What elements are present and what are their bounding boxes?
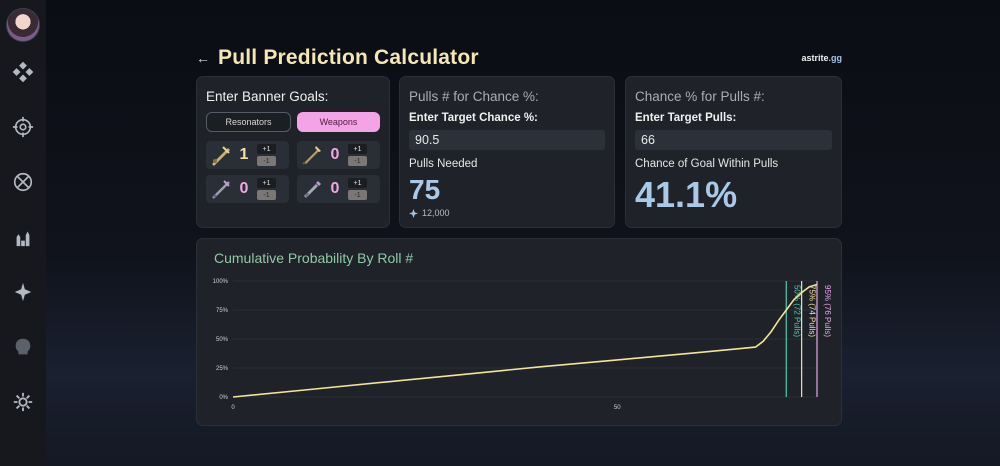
- skull-icon[interactable]: [11, 335, 35, 359]
- y-tick-label: 0%: [219, 395, 228, 401]
- increment-button[interactable]: +1: [348, 178, 367, 188]
- sidebar: [0, 0, 46, 466]
- astrite-cost-value: 12,000: [422, 208, 450, 218]
- sparkle-icon[interactable]: [11, 280, 35, 304]
- target-chance-input[interactable]: [409, 130, 605, 150]
- goal-count: 0: [330, 146, 340, 163]
- gold-sword-icon: [302, 146, 321, 165]
- chart-title: Cumulative Probability By Roll #: [214, 250, 414, 266]
- cumulative-probability-chart: Cumulative Probability By Roll # 0% 25% 50…: [196, 238, 842, 426]
- avatar[interactable]: [6, 8, 40, 42]
- probability-series-line: [232, 283, 818, 398]
- percentile-marker-label: 75% (74 Pulls): [808, 285, 817, 337]
- target-pulls-label: Enter Target Pulls:: [635, 112, 737, 124]
- increment-button[interactable]: +1: [348, 144, 367, 154]
- page-title: Pull Prediction Calculator: [218, 46, 479, 69]
- gear-icon[interactable]: [11, 390, 35, 414]
- quantity-stepper: +1 -1: [348, 178, 367, 200]
- gold-weapon-icon: [212, 146, 230, 166]
- pulls-needed-value: 75: [409, 174, 441, 205]
- back-arrow-icon[interactable]: ←: [196, 50, 210, 66]
- figures-icon[interactable]: [11, 225, 35, 249]
- banner-goals-heading: Enter Banner Goals:: [206, 89, 329, 104]
- brand-logo[interactable]: astrite.gg: [801, 53, 842, 63]
- goal-item: 1 +1 -1: [206, 141, 289, 169]
- x-tick-label: 0: [231, 405, 235, 411]
- decrement-button[interactable]: -1: [348, 156, 367, 166]
- x-tick-label: 50: [614, 405, 621, 411]
- goal-item: 0 +1 -1: [206, 175, 289, 203]
- increment-button[interactable]: +1: [257, 144, 276, 154]
- increment-button[interactable]: +1: [257, 178, 276, 188]
- goal-count: 0: [239, 180, 249, 197]
- chance-within-pulls-label: Chance of Goal Within Pulls: [635, 158, 779, 170]
- astrite-cost: 12,000: [409, 208, 605, 218]
- quantity-stepper: +1 -1: [257, 144, 276, 166]
- purple-gun-icon: [303, 181, 321, 199]
- percentile-marker-label: 95% (76 Pulls): [823, 285, 832, 337]
- y-tick-label: 25%: [216, 366, 229, 372]
- chance-for-pulls-card: Chance % for Pulls #: Enter Target Pulls…: [625, 76, 842, 228]
- probability-chart-svg: 0% 25% 50% 75% 100% 0 50 50% (72 Pulls) 75% (74 …: [213, 279, 832, 411]
- goal-count: 0: [330, 180, 340, 197]
- pulls-needed-label: Pulls Needed: [409, 158, 478, 170]
- goal-item: 0 +1 -1: [297, 141, 380, 169]
- banner-goals-card: Enter Banner Goals: Resonators Weapons 1…: [196, 76, 390, 228]
- target-pulls-input[interactable]: [635, 130, 832, 150]
- crossed-circle-icon[interactable]: [11, 170, 35, 194]
- chance-within-pulls-value: 41.1%: [635, 174, 738, 215]
- page-header: ← Pull Prediction Calculator astrite.gg: [196, 44, 842, 72]
- brand-name: astrite: [801, 53, 829, 63]
- diamond-grid-icon[interactable]: [11, 60, 35, 84]
- y-tick-label: 100%: [213, 279, 229, 285]
- chance-for-pulls-heading: Chance % for Pulls #:: [635, 89, 765, 104]
- quantity-stepper: +1 -1: [348, 144, 367, 166]
- decrement-button[interactable]: -1: [257, 156, 276, 166]
- compass-icon[interactable]: [11, 115, 35, 139]
- y-tick-label: 75%: [216, 308, 229, 314]
- pulls-for-chance-heading: Pulls # for Chance %:: [409, 89, 539, 104]
- pulls-for-chance-card: Pulls # for Chance %: Enter Target Chanc…: [399, 76, 615, 228]
- purple-weapon-icon: [212, 180, 230, 199]
- target-chance-label: Enter Target Chance %:: [409, 112, 538, 124]
- y-tick-label: 50%: [216, 337, 229, 343]
- goal-count: 1: [239, 146, 249, 163]
- percentile-marker-label: 50% (72 Pulls): [792, 285, 801, 337]
- quantity-stepper: +1 -1: [257, 178, 276, 200]
- goal-item: 0 +1 -1: [297, 175, 380, 203]
- banner-type-toggle: Resonators Weapons: [206, 112, 380, 132]
- brand-tld: .gg: [828, 53, 843, 63]
- resonators-tab[interactable]: Resonators: [206, 112, 291, 132]
- decrement-button[interactable]: -1: [348, 190, 367, 200]
- decrement-button[interactable]: -1: [257, 190, 276, 200]
- astrite-icon: [409, 208, 418, 218]
- goal-grid: 1 +1 -1 0 +1 -1 0 +1 -1 0 +1 -1: [206, 141, 380, 203]
- weapons-tab[interactable]: Weapons: [297, 112, 380, 132]
